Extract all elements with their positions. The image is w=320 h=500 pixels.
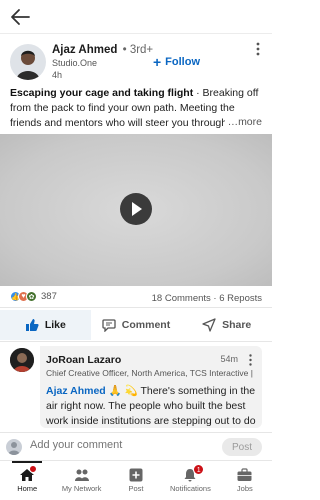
comment-label: Comment <box>121 319 171 331</box>
comment-more-icon[interactable] <box>249 354 252 366</box>
see-more-link[interactable]: …more <box>224 116 262 128</box>
connection-degree: • 3rd+ <box>122 44 154 56</box>
nav-network-label: My Network <box>61 484 102 493</box>
nav-post-label: Post <box>128 484 144 493</box>
nav-jobs-label: Jobs <box>236 484 253 493</box>
send-icon <box>202 318 216 332</box>
nav-home-label: Home <box>17 484 38 493</box>
comment-text: Ajaz Ahmed 🙏 💫 There's something in the … <box>46 384 260 428</box>
thumbs-up-icon <box>25 319 39 331</box>
author-name-row: Ajaz Ahmed • 3rd+ <box>52 44 153 56</box>
follow-label: Follow <box>165 56 200 68</box>
share-label: Share <box>222 319 252 331</box>
post-comment-button[interactable]: Post <box>222 438 262 456</box>
share-button[interactable]: Share <box>181 310 272 340</box>
active-indicator <box>12 461 42 463</box>
nav-home[interactable]: Home <box>0 461 54 500</box>
action-bar: Like Comment Share <box>0 310 272 340</box>
notifications-badge: 1 <box>193 464 205 475</box>
comment-composer: Post <box>0 432 272 460</box>
engagement-stats[interactable]: 18 Comments · 6 Reposts <box>152 293 262 304</box>
comment-item: JoRoan Lazaro 54m Chief Creative Officer… <box>10 346 262 428</box>
people-icon <box>74 469 89 481</box>
commenter-avatar[interactable] <box>10 348 34 372</box>
comment-emojis: 🙏 💫 <box>105 385 141 397</box>
nav-my-network[interactable]: My Network <box>54 461 108 500</box>
briefcase-icon <box>237 468 252 481</box>
nav-notifications-label: Notifications <box>169 484 211 493</box>
follow-button[interactable]: + Follow <box>153 55 200 69</box>
play-icon[interactable] <box>120 193 152 225</box>
nav-post[interactable]: Post <box>109 461 163 500</box>
comment-bubble: JoRoan Lazaro 54m Chief Creative Officer… <box>40 346 262 428</box>
like-label: Like <box>44 319 66 331</box>
commenter-name[interactable]: JoRoan Lazaro <box>46 354 121 366</box>
post-headline: Escaping your cage and taking flight <box>10 87 194 99</box>
commenter-title: Chief Creative Officer, North America, T… <box>46 368 256 378</box>
comment-mention[interactable]: Ajaz Ahmed <box>46 385 106 397</box>
comment-icon <box>102 319 116 332</box>
comment-time: 54m <box>220 354 238 364</box>
top-bar <box>0 0 272 34</box>
reactions-summary[interactable]: 👍 ♥ ✿ 387 <box>10 291 57 302</box>
divider <box>0 341 272 342</box>
plus-icon: + <box>152 54 162 70</box>
reaction-count: 387 <box>41 291 57 302</box>
author-avatar[interactable] <box>10 44 46 80</box>
more-options-icon[interactable] <box>256 42 260 56</box>
home-badge <box>29 465 37 473</box>
divider <box>0 307 272 308</box>
support-reaction-icon: ✿ <box>26 291 37 302</box>
bottom-nav: Home My Network Post 1 Notifications Job… <box>0 460 272 500</box>
like-button[interactable]: Like <box>0 310 91 340</box>
post-time: 4h <box>52 70 63 80</box>
author-name[interactable]: Ajaz Ahmed <box>52 44 117 56</box>
author-company: Studio.One <box>52 58 98 68</box>
comment-input[interactable] <box>30 439 210 451</box>
nav-jobs[interactable]: Jobs <box>218 461 272 500</box>
comment-button[interactable]: Comment <box>91 310 182 340</box>
nav-notifications[interactable]: 1 Notifications <box>163 461 217 500</box>
plus-square-icon <box>129 468 143 482</box>
my-avatar <box>6 439 22 455</box>
back-arrow-icon[interactable] <box>10 8 30 26</box>
